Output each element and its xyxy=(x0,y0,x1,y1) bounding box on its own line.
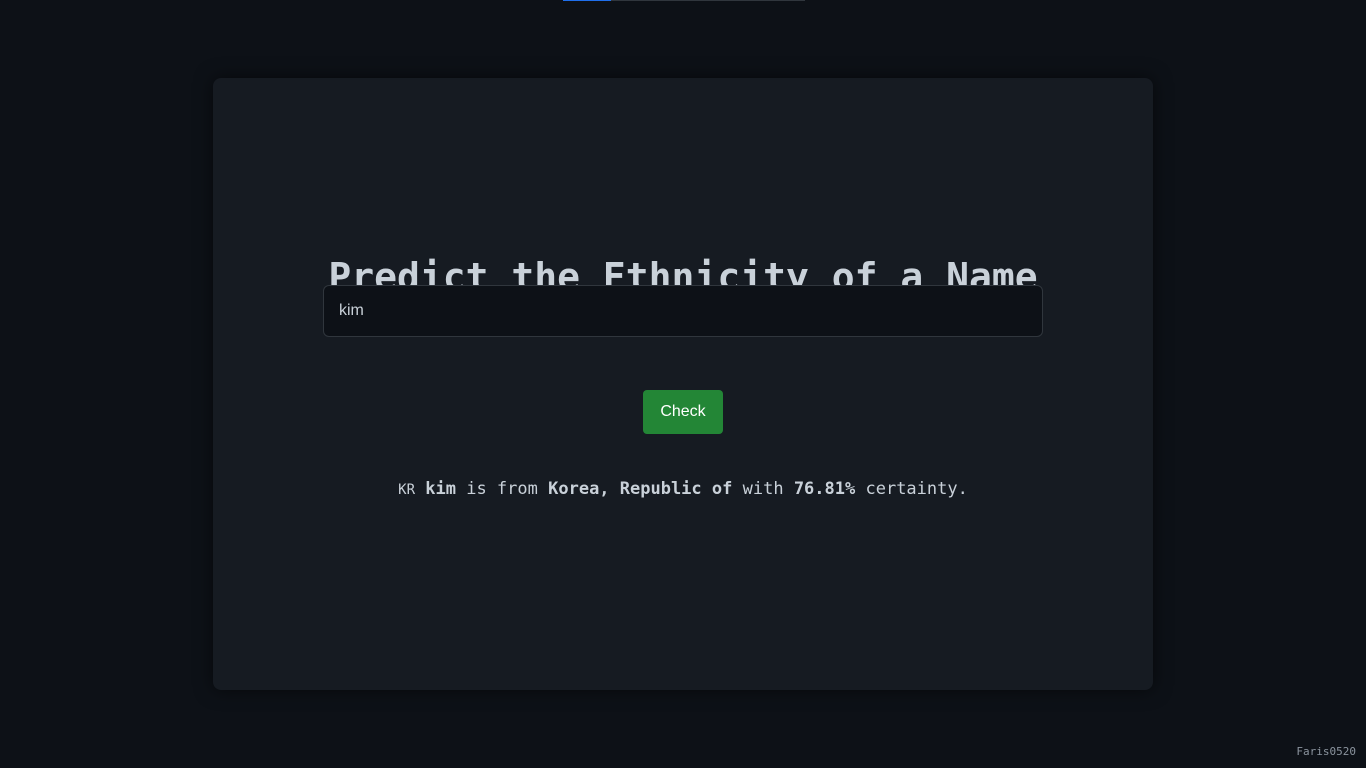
country-flag-code: KR xyxy=(398,482,415,498)
result-text-certainty: certainty. xyxy=(865,479,968,499)
top-progress-bar xyxy=(563,0,805,1)
result-text-is-from: is from xyxy=(466,479,538,499)
name-input[interactable] xyxy=(323,285,1043,337)
predict-card: Predict the Ethnicity of a Name Check KR… xyxy=(213,78,1153,690)
result-country: Korea, Republic of xyxy=(548,479,733,499)
prediction-result: KR kim is from Korea, Republic of with 7… xyxy=(213,478,1153,501)
result-text-with: with xyxy=(742,479,784,499)
result-certainty: 76.81% xyxy=(793,479,856,499)
author-credit: Faris0520 xyxy=(1296,745,1356,758)
top-progress-fill xyxy=(563,0,612,1)
check-button[interactable]: Check xyxy=(643,390,723,434)
result-name: kim xyxy=(425,479,456,499)
